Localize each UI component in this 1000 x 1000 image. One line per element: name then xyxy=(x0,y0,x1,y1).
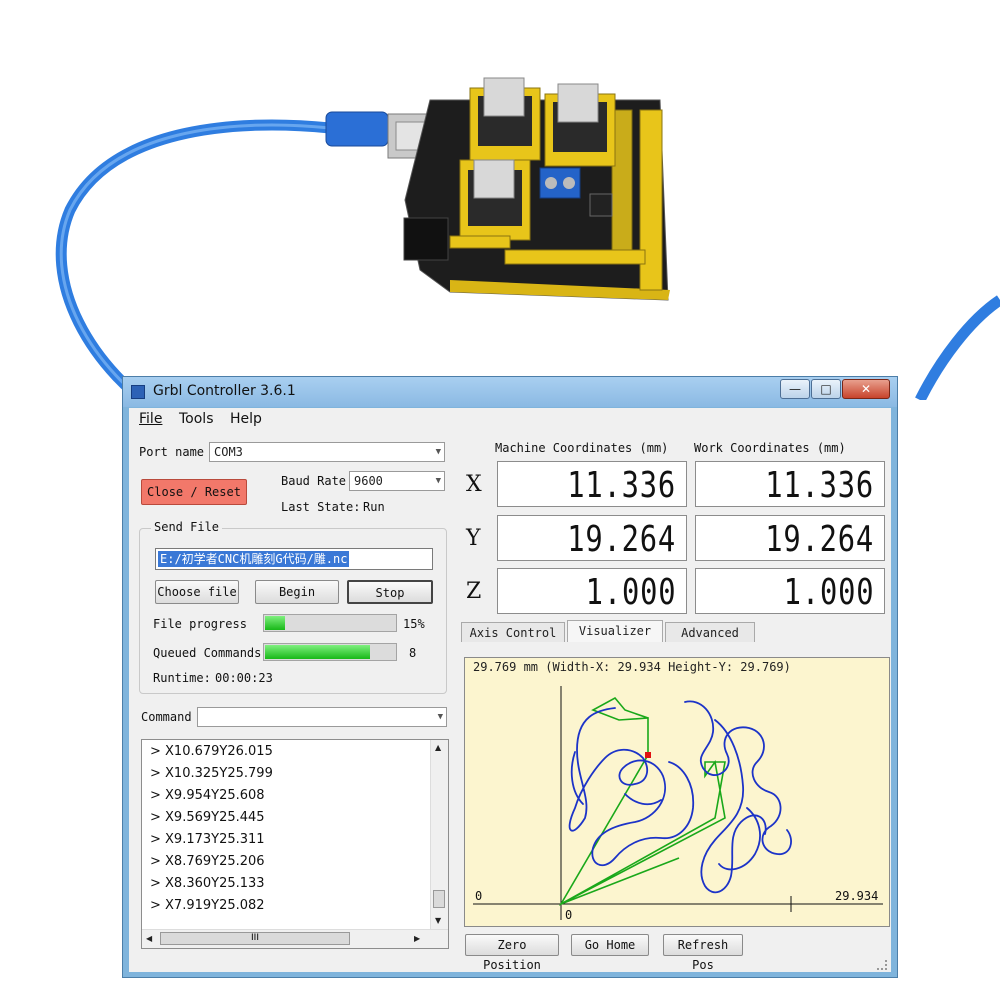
file-progress-fill xyxy=(265,616,285,630)
baud-rate-select[interactable]: 9600 ▼ xyxy=(349,471,445,491)
machine-y-display: 19.264 xyxy=(497,515,687,561)
x-min-label: 0 xyxy=(475,889,482,903)
log-item: > X8.769Y25.206 xyxy=(150,854,265,869)
tab-visualizer[interactable]: Visualizer xyxy=(567,620,663,642)
close-window-button[interactable]: ✕ xyxy=(842,379,890,399)
file-progress-value: 15% xyxy=(403,617,425,631)
log-vertical-scrollbar[interactable]: ▲ ▼ xyxy=(430,740,448,930)
machine-z-display: 1.000 xyxy=(497,568,687,614)
menu-file[interactable]: File xyxy=(139,411,162,427)
chevron-down-icon: ▼ xyxy=(435,447,441,457)
port-name-label: Port name xyxy=(139,445,205,459)
client-area: File Tools Help Port name COM3 ▼ Close /… xyxy=(129,408,891,972)
queued-commands-label: Queued Commands xyxy=(153,646,262,660)
resize-grip-icon[interactable] xyxy=(877,960,887,970)
toolpath-plot: 0 29.934 0 xyxy=(473,686,883,922)
cnc-shield-photo xyxy=(55,77,1000,400)
queued-commands-value: 8 xyxy=(409,646,417,660)
baud-rate-value: 9600 xyxy=(354,474,383,488)
minimize-button[interactable]: — xyxy=(780,379,810,399)
log-item: > X9.173Y25.311 xyxy=(150,832,265,847)
log-item: > X8.360Y25.133 xyxy=(150,876,265,891)
machine-z-value: 1.000 xyxy=(585,572,676,613)
scroll-up-icon[interactable]: ▲ xyxy=(435,743,441,752)
window-title: Grbl Controller 3.6.1 xyxy=(153,383,296,399)
cut-path xyxy=(568,700,792,894)
log-item: > X10.325Y25.799 xyxy=(150,766,273,781)
work-y-value: 19.264 xyxy=(765,519,874,560)
visualizer-panel[interactable]: 29.769 mm (Width-X: 29.934 Height-Y: 29.… xyxy=(464,657,890,927)
file-path-value: E:/初学者CNC机雕刻G代码/雕.nc xyxy=(158,551,350,567)
usb-plug-body xyxy=(325,111,389,147)
title-bar[interactable]: Grbl Controller 3.6.1 — □ ✕ xyxy=(123,377,897,407)
runtime-label: Runtime: xyxy=(153,671,211,685)
menu-bar: File Tools Help xyxy=(129,408,891,430)
baud-rate-label: Baud Rate xyxy=(281,474,347,488)
last-state-value: Run xyxy=(363,500,385,514)
last-state-label: Last State: xyxy=(281,500,361,514)
maximize-button[interactable]: □ xyxy=(811,379,841,399)
file-path-field[interactable]: E:/初学者CNC机雕刻G代码/雕.nc xyxy=(155,548,433,570)
zero-position-button[interactable]: Zero Position xyxy=(465,934,559,972)
queued-commands-bar xyxy=(263,643,397,661)
scroll-thumb[interactable] xyxy=(433,890,445,908)
machine-y-value: 19.264 xyxy=(567,519,676,560)
grbl-controller-window: Grbl Controller 3.6.1 — □ ✕ File Tools H… xyxy=(122,376,898,978)
port-name-value: COM3 xyxy=(214,445,243,459)
work-z-display: 1.000 xyxy=(695,568,885,614)
machine-coordinates-header: Machine Coordinates (mm) xyxy=(495,441,669,455)
chevron-down-icon: ▼ xyxy=(435,476,441,486)
hscroll-thumb[interactable]: III xyxy=(160,932,350,945)
send-file-legend: Send File xyxy=(151,520,223,534)
menu-tools[interactable]: Tools xyxy=(179,411,214,427)
command-label: Command xyxy=(141,710,192,724)
y-origin-label: 0 xyxy=(565,908,572,922)
app-icon xyxy=(131,385,145,399)
log-item: > X9.954Y25.608 xyxy=(150,788,265,803)
scroll-left-icon[interactable]: ◀ xyxy=(146,934,152,943)
port-name-select[interactable]: COM3 ▼ xyxy=(209,442,445,462)
tab-axis-control[interactable]: Axis Control xyxy=(461,622,565,642)
work-x-display: 11.336 xyxy=(695,461,885,507)
axis-z-label: Z xyxy=(466,579,482,604)
file-progress-label: File progress xyxy=(153,617,247,631)
work-z-value: 1.000 xyxy=(783,572,874,613)
log-horizontal-scrollbar[interactable]: ◀ III ▶ xyxy=(142,929,448,948)
x-max-label: 29.934 xyxy=(835,889,878,903)
tab-strip: Axis Control Visualizer Advanced xyxy=(461,620,891,644)
log-item: > X7.919Y25.082 xyxy=(150,898,265,913)
runtime-value: 00:00:23 xyxy=(215,671,273,685)
refresh-pos-button[interactable]: Refresh Pos xyxy=(663,934,743,972)
go-home-button[interactable]: Go Home xyxy=(571,934,649,956)
queued-commands-fill xyxy=(265,645,370,659)
command-log-list[interactable]: > X10.679Y26.015 > X10.325Y25.799 > X9.9… xyxy=(141,739,449,949)
log-item: > X10.679Y26.015 xyxy=(150,744,273,759)
begin-button[interactable]: Begin xyxy=(255,580,339,604)
stop-button[interactable]: Stop xyxy=(347,580,433,604)
machine-x-display: 11.336 xyxy=(497,461,687,507)
work-y-display: 19.264 xyxy=(695,515,885,561)
usb-cable-right xyxy=(915,295,1000,400)
axis-y-label: Y xyxy=(466,526,481,551)
close-reset-button[interactable]: Close / Reset xyxy=(141,479,247,505)
file-progress-bar xyxy=(263,614,397,632)
work-x-value: 11.336 xyxy=(765,465,874,506)
axis-x-label: X xyxy=(466,472,482,497)
scroll-right-icon[interactable]: ▶ xyxy=(414,934,420,943)
chevron-down-icon: ▼ xyxy=(437,712,443,722)
command-input[interactable]: ▼ xyxy=(197,707,447,727)
work-coordinates-header: Work Coordinates (mm) xyxy=(694,441,846,455)
choose-file-button[interactable]: Choose file xyxy=(155,580,239,604)
machine-x-value: 11.336 xyxy=(567,465,676,506)
log-item: > X9.569Y25.445 xyxy=(150,810,265,825)
tool-position-marker xyxy=(645,752,651,758)
tab-advanced[interactable]: Advanced xyxy=(665,622,755,642)
menu-help[interactable]: Help xyxy=(230,411,262,427)
scroll-down-icon[interactable]: ▼ xyxy=(435,916,441,925)
